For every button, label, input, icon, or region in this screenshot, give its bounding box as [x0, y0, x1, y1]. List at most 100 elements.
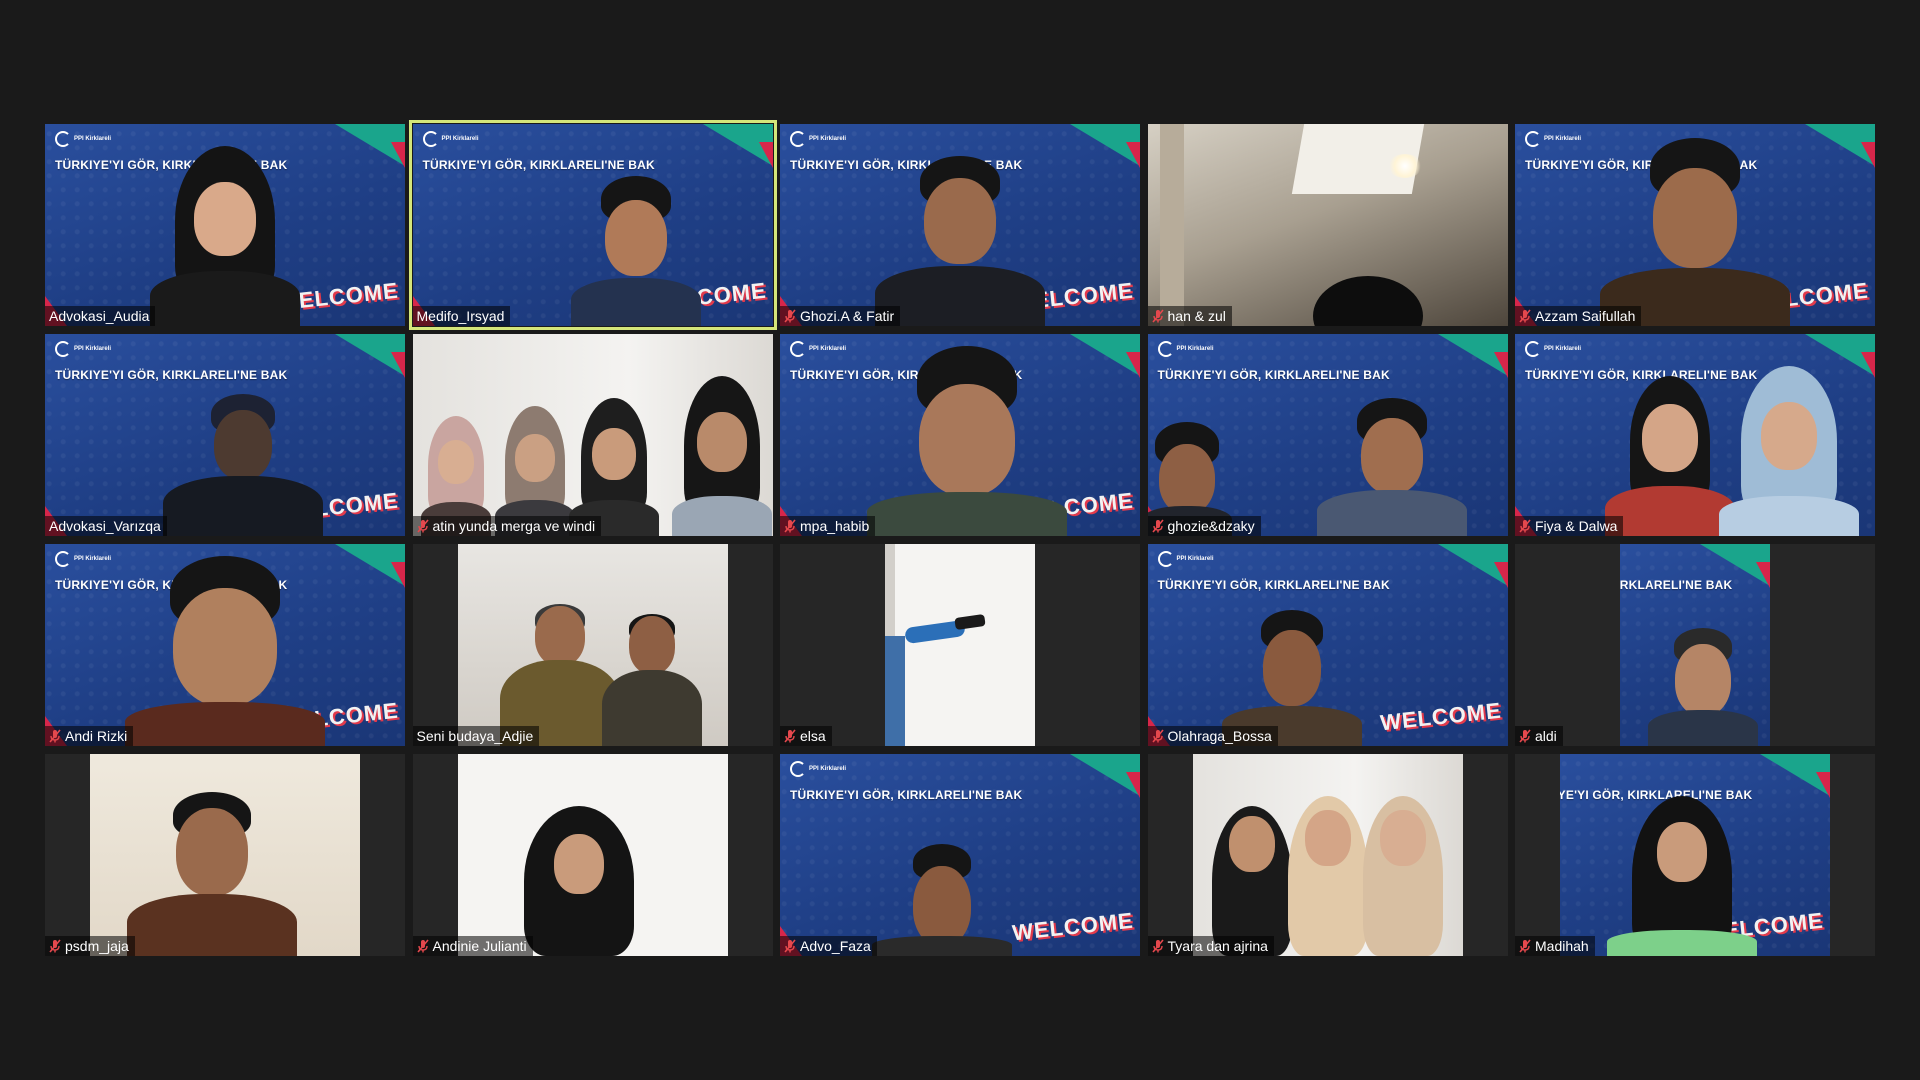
video-tile[interactable]: PPI Kirklareli TÜRKIYE'YI GÖR, KIRKLAREL…: [1515, 334, 1875, 536]
participant-name-label: elsa: [780, 726, 832, 746]
participant-video: [1606, 796, 1757, 956]
microphone-muted-icon: [1151, 309, 1164, 323]
microphone-muted-icon: [49, 729, 61, 743]
virtual-background: PPI Kirklareli TÜRKIYE'YI GÖR, KIRKLAREL…: [1515, 124, 1875, 326]
video-tile[interactable]: PPI Kirklareli TÜRKIYE'YI GÖR, KIRKLAREL…: [780, 754, 1140, 956]
participant-video: [872, 836, 1012, 956]
participant-video: [1192, 754, 1463, 956]
virtual-background: PPI Kirklareli TÜRKIYE'YI GÖR, KIRKLAREL…: [1515, 334, 1875, 536]
microphone-muted-icon: [1151, 939, 1164, 953]
microphone-muted-icon: [416, 519, 429, 533]
video-tile[interactable]: PPI Kirklareli TÜRKIYE'YI GÖR, KIRKLAREL…: [780, 334, 1140, 536]
banner-text: TÜRKIYE'YI GÖR, KIRKLARELI'NE BAK: [1620, 578, 1733, 592]
virtual-background: PPI Kirklareli TÜRKIYE'YI GÖR, KIRKLAREL…: [412, 124, 773, 326]
participant-video: [125, 546, 325, 746]
participant-video: [1647, 616, 1758, 746]
brand-logo: PPI Kirklareli: [790, 761, 846, 777]
virtual-background: PPI Kirklareli TÜRKIYE'YI GÖR, KIRKLAREL…: [780, 124, 1140, 326]
welcome-text: WELCOME: [1378, 697, 1503, 736]
participant-video: [457, 544, 728, 746]
participant-name-label: aldi: [1515, 726, 1563, 746]
participant-video: [875, 136, 1045, 326]
brand-logo: PPI Kirklareli: [55, 131, 111, 147]
participant-name-label: Seni budaya_Adjie: [412, 726, 540, 746]
participant-name-label: Fiya & Dalwa: [1515, 516, 1624, 536]
video-tile-active-speaker[interactable]: PPI Kirklareli TÜRKIYE'YI GÖR, KIRKLAREL…: [408, 120, 777, 330]
virtual-background: PPI Kirklareli TÜRKIYE'YI GÖR, KIRKLAREL…: [780, 754, 1140, 956]
microphone-muted-icon: [1519, 519, 1531, 533]
participant-name-label: Tyara dan ajrina: [1147, 936, 1274, 956]
brand-logo: PPI Kirklareli: [1525, 131, 1581, 147]
participant-name-label: Advokasi_Audia: [45, 306, 156, 326]
participant-name-label: ghozie&dzaky: [1147, 516, 1261, 536]
participant-video: [1147, 124, 1508, 326]
participant-video: [1600, 126, 1790, 326]
banner-text: TÜRKIYE'YI GÖR, KIRKLARELI'NE BAK: [1157, 368, 1390, 382]
participant-name-label: Ghozi.A & Fatir: [780, 306, 901, 326]
banner-text: TÜRKIYE'YI GÖR, KIRKLARELI'NE BAK: [1157, 578, 1390, 592]
welcome-text: WELCOME: [1011, 907, 1135, 946]
video-tile[interactable]: han & zul: [1147, 124, 1508, 326]
participant-video: [1604, 356, 1735, 536]
participant-video: [885, 544, 1035, 746]
virtual-background: PPI Kirklareli TÜRKIYE'YI GÖR, KIRKLAREL…: [1147, 544, 1508, 746]
brand-logo: PPI Kirklareli: [1157, 341, 1214, 357]
video-tile[interactable]: PPI Kirklareli TÜRKIYE'YI GÖR, KIRKLAREL…: [1147, 544, 1508, 746]
participant-video: [412, 334, 773, 536]
participant-name-label: Madihah: [1515, 936, 1595, 956]
microphone-muted-icon: [784, 939, 796, 953]
participant-video: [1221, 596, 1362, 746]
microphone-muted-icon: [49, 939, 61, 953]
participant-video: [867, 336, 1068, 536]
participant-name-label: atin yunda merga ve windi: [412, 516, 602, 536]
participant-name-label: Andinie Julianti: [412, 936, 533, 956]
video-tile[interactable]: elsa: [780, 544, 1140, 746]
video-tile[interactable]: Seni budaya_Adjie: [412, 544, 773, 746]
participant-video: [1718, 356, 1859, 536]
virtual-background: PPI Kirklareli TÜRKIYE'YI GÖR, KIRKLAREL…: [45, 124, 405, 326]
virtual-background: PPI Kirklareli TÜRKIYE'YI GÖR, KIRKLAREL…: [780, 334, 1140, 536]
participant-video: [570, 156, 701, 326]
microphone-muted-icon: [1519, 729, 1531, 743]
brand-logo: PPI Kirklareli: [1157, 551, 1214, 567]
microphone-muted-icon: [1519, 309, 1531, 323]
participant-video: [150, 126, 300, 326]
gallery-grid: PPI Kirklareli TÜRKIYE'YI GÖR, KIRKLAREL…: [45, 120, 1875, 956]
virtual-background: TÜRKIYE'YI GÖR, KIRKLARELI'NE BAK WELCOM…: [1560, 754, 1830, 956]
video-tile[interactable]: TÜRKIYE'YI GÖR, KIRKLARELI'NE BAK WELCOM…: [1515, 754, 1875, 956]
video-tile[interactable]: atin yunda merga ve windi: [412, 334, 773, 536]
video-tile[interactable]: TÜRKIYE'YI GÖR, KIRKLARELI'NE BAK aldi: [1515, 544, 1875, 746]
video-tile[interactable]: PPI Kirklareli TÜRKIYE'YI GÖR, KIRKLAREL…: [45, 124, 405, 326]
participant-name-label: Medifo_Irsyad: [412, 306, 511, 326]
brand-logo: PPI Kirklareli: [422, 131, 479, 147]
participant-video: [457, 754, 728, 956]
participant-name-label: Advokasi_Varızqa: [45, 516, 167, 536]
participant-name-label: Andi Rizki: [45, 726, 134, 746]
participant-video: [90, 754, 360, 956]
virtual-background: PPI Kirklareli TÜRKIYE'YI GÖR, KIRKLAREL…: [45, 544, 405, 746]
brand-logo: PPI Kirklareli: [55, 341, 111, 357]
participant-name-label: Olahraga_Bossa: [1147, 726, 1278, 746]
brand-logo: PPI Kirklareli: [790, 131, 846, 147]
brand-logo: PPI Kirklareli: [790, 341, 846, 357]
banner-text: TÜRKIYE'YI GÖR, KIRKLARELI'NE BAK: [790, 788, 1023, 802]
brand-logo: PPI Kirklareli: [55, 551, 111, 567]
microphone-muted-icon: [784, 309, 796, 323]
participant-name-label: Azzam Saifullah: [1515, 306, 1642, 326]
video-tile[interactable]: PPI Kirklareli TÜRKIYE'YI GÖR, KIRKLAREL…: [1147, 334, 1508, 536]
virtual-background: TÜRKIYE'YI GÖR, KIRKLARELI'NE BAK: [1620, 544, 1770, 746]
video-tile[interactable]: psdm_jaja: [45, 754, 405, 956]
video-tile[interactable]: PPI Kirklareli TÜRKIYE'YI GÖR, KIRKLAREL…: [780, 124, 1140, 326]
participant-name-label: han & zul: [1147, 306, 1232, 326]
virtual-background: PPI Kirklareli TÜRKIYE'YI GÖR, KIRKLAREL…: [1147, 334, 1508, 536]
video-tile[interactable]: PPI Kirklareli TÜRKIYE'YI GÖR, KIRKLAREL…: [45, 544, 405, 746]
microphone-muted-icon: [1151, 729, 1164, 743]
video-tile[interactable]: Andinie Julianti: [412, 754, 773, 956]
virtual-background: PPI Kirklareli TÜRKIYE'YI GÖR, KIRKLAREL…: [45, 334, 405, 536]
video-tile[interactable]: PPI Kirklareli TÜRKIYE'YI GÖR, KIRKLAREL…: [1515, 124, 1875, 326]
video-tile[interactable]: Tyara dan ajrina: [1147, 754, 1508, 956]
participant-video: [1317, 396, 1468, 536]
participant-name-label: Advo_Faza: [780, 936, 877, 956]
participant-name-label: mpa_habib: [780, 516, 876, 536]
video-tile[interactable]: PPI Kirklareli TÜRKIYE'YI GÖR, KIRKLAREL…: [45, 334, 405, 536]
